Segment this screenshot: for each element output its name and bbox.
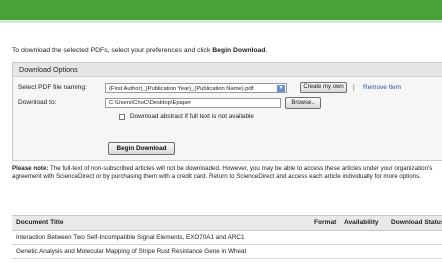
note-body: The full-text of non-subscribed articles… bbox=[12, 165, 433, 180]
download-options-panel: Download Options Select PDF file naming:… bbox=[12, 62, 442, 161]
browse-button[interactable]: Browse.. bbox=[285, 97, 321, 109]
table-row[interactable]: Genetic Analysis and Molecular Mapping o… bbox=[12, 245, 442, 259]
intro-bold: Begin Download bbox=[212, 47, 266, 54]
header-bar bbox=[0, 0, 442, 20]
intro-text: To download the selected PDFs, select yo… bbox=[12, 47, 267, 54]
abstract-checkbox-label: Download abstract if full text is not av… bbox=[130, 113, 254, 120]
table-header: Document Title Format Availability Downl… bbox=[12, 215, 442, 231]
intro-after: . bbox=[265, 47, 268, 54]
column-availability[interactable]: Availability bbox=[344, 216, 379, 230]
begin-download-button[interactable]: Begin Download bbox=[108, 142, 175, 155]
pdf-naming-value: (First Author)_(Publication Year)_(Publi… bbox=[109, 86, 254, 92]
intro-before: To download the selected PDFs, select yo… bbox=[12, 47, 213, 54]
documents-table: Document Title Format Availability Downl… bbox=[12, 215, 442, 259]
download-path-field[interactable]: C:\Users\ChoC\Desktop\Epaper bbox=[105, 98, 281, 108]
download-options-title: Download Options bbox=[13, 63, 442, 77]
column-document-title[interactable]: Document Title bbox=[16, 216, 64, 230]
remove-item-link[interactable]: Remove Item bbox=[363, 84, 401, 91]
header-divider bbox=[0, 20, 442, 23]
abstract-checkbox[interactable] bbox=[119, 114, 125, 120]
download-to-label: Download to: bbox=[18, 99, 57, 106]
pdf-naming-select[interactable]: (First Author)_(Publication Year)_(Publi… bbox=[105, 83, 287, 93]
table-row[interactable]: Interaction Between Two Self-Incompatibl… bbox=[12, 231, 442, 245]
create-my-own-button[interactable]: Create my own bbox=[300, 82, 347, 93]
note-bold: Please note: bbox=[12, 165, 49, 172]
column-format[interactable]: Format bbox=[314, 216, 336, 230]
column-download-status[interactable]: Download Status bbox=[391, 216, 442, 230]
link-separator: | bbox=[353, 84, 355, 91]
chevron-down-icon[interactable]: ▼ bbox=[277, 85, 285, 92]
pdf-naming-label: Select PDF file naming: bbox=[18, 84, 87, 91]
please-note-text: Please note: The full-text of non-subscr… bbox=[12, 165, 438, 180]
